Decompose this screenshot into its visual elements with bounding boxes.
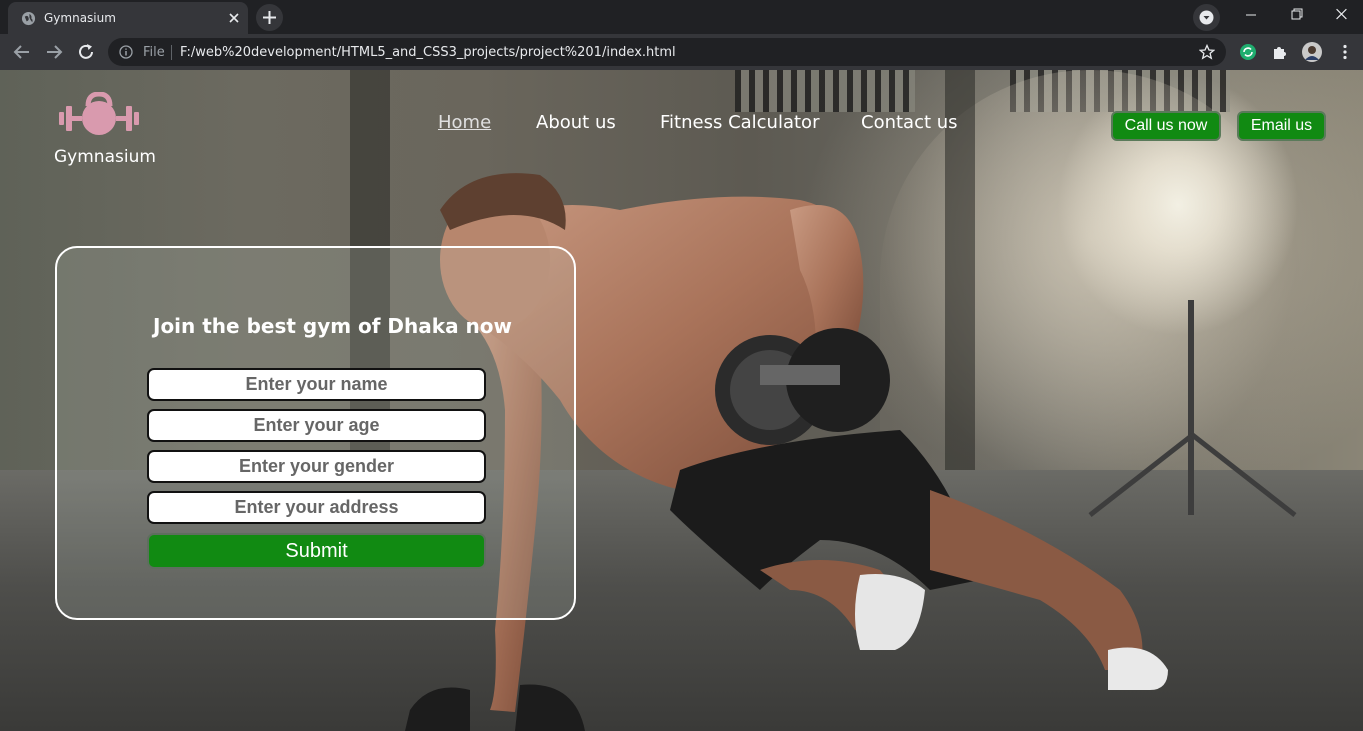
hero-section: Gymnasium Home About us Fitness Calculat… (0, 70, 1363, 731)
browser-tab-strip: Gymnasium (0, 0, 1363, 34)
restore-icon (1291, 8, 1303, 20)
more-vertical-icon[interactable] (1336, 43, 1354, 61)
extension-sync-icon[interactable] (1239, 43, 1257, 61)
minimize-button[interactable] (1228, 0, 1274, 32)
age-input[interactable] (147, 409, 486, 442)
info-icon[interactable] (119, 45, 133, 59)
close-window-button[interactable] (1318, 0, 1363, 32)
kettlebell-logo-icon[interactable] (57, 92, 141, 136)
logo-text[interactable]: Gymnasium (54, 147, 156, 167)
form-title: Join the best gym of Dhaka now (153, 314, 512, 338)
close-icon (1336, 8, 1347, 20)
name-input[interactable] (147, 368, 486, 401)
forward-arrow-icon[interactable] (42, 40, 66, 64)
nav-about-us[interactable]: About us (536, 112, 616, 133)
reload-icon[interactable] (74, 40, 98, 64)
browser-toolbar: File F:/web%20development/HTML5_and_CSS3… (0, 34, 1363, 70)
chevron-down-icon (1199, 10, 1214, 25)
avatar[interactable] (1302, 42, 1322, 62)
submit-button[interactable]: Submit (147, 533, 486, 569)
plus-icon (263, 11, 276, 24)
new-tab-button[interactable] (256, 4, 283, 31)
minimize-icon (1246, 14, 1256, 16)
close-tab-icon[interactable] (226, 10, 242, 26)
back-arrow-icon[interactable] (10, 40, 34, 64)
globe-icon (21, 11, 36, 26)
join-form: Join the best gym of Dhaka now Submit (55, 246, 576, 620)
nav-home[interactable]: Home (438, 112, 491, 133)
email-us-button[interactable]: Email us (1237, 111, 1326, 141)
address-bar[interactable]: File F:/web%20development/HTML5_and_CSS3… (108, 38, 1226, 66)
call-us-button[interactable]: Call us now (1111, 111, 1221, 141)
omnibox-divider (171, 45, 172, 60)
bookmark-star-icon[interactable] (1199, 44, 1215, 60)
gender-input[interactable] (147, 450, 486, 483)
nav-fitness-calculator[interactable]: Fitness Calculator (660, 112, 819, 133)
puzzle-icon[interactable] (1271, 43, 1289, 61)
address-input[interactable] (147, 491, 486, 524)
tab-search-button[interactable] (1193, 4, 1220, 31)
tab-title: Gymnasium (44, 11, 116, 25)
url-text[interactable]: F:/web%20development/HTML5_and_CSS3_proj… (180, 45, 676, 60)
security-label: File (143, 45, 165, 60)
restore-button[interactable] (1274, 0, 1320, 32)
browser-tab[interactable]: Gymnasium (8, 2, 248, 34)
nav-contact-us[interactable]: Contact us (861, 112, 958, 133)
